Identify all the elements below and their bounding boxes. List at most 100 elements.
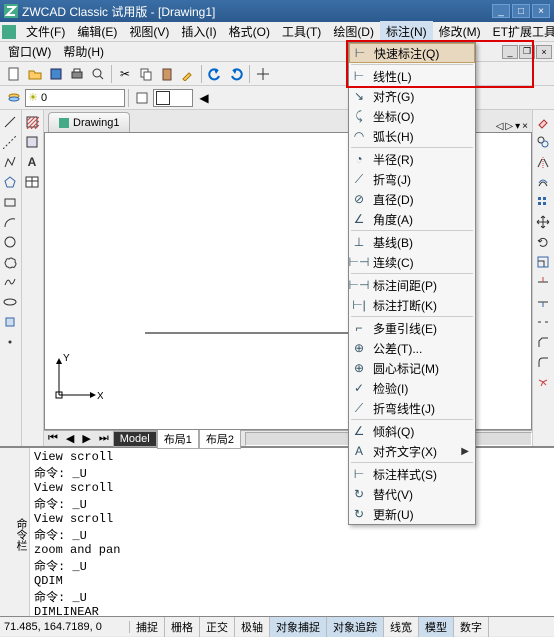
polyline-icon[interactable] (0, 152, 20, 172)
save-icon[interactable] (46, 64, 66, 84)
redo-icon[interactable] (226, 64, 246, 84)
mdi-close[interactable]: × (536, 45, 552, 59)
dim-menu-item-22[interactable]: ⟋折弯线性(J) (349, 398, 475, 418)
layout-prev-icon[interactable]: ◀ (62, 432, 78, 445)
block-icon[interactable] (0, 312, 20, 332)
matchprop-icon[interactable] (178, 64, 198, 84)
tab-prev-icon[interactable]: ◁ (496, 121, 504, 132)
dim-menu-item-27[interactable]: ⊢标注样式(S) (349, 464, 475, 484)
tab-dropdown-icon[interactable]: ▾ (515, 121, 520, 132)
construction-line-icon[interactable] (0, 132, 20, 152)
extend-icon[interactable] (533, 292, 553, 312)
menu-window[interactable]: 窗口(W) (2, 41, 57, 62)
array-icon[interactable] (533, 192, 553, 212)
print-icon[interactable] (67, 64, 87, 84)
status-polar[interactable]: 极轴 (235, 617, 270, 637)
status-snap[interactable]: 捕捉 (130, 617, 165, 637)
revcloud-icon[interactable] (0, 252, 20, 272)
layout-first-icon[interactable]: ⏮ (44, 432, 62, 445)
point-icon[interactable] (0, 332, 20, 352)
layer-states-icon[interactable] (132, 88, 152, 108)
layout-next-icon[interactable]: ▶ (78, 432, 94, 445)
dim-menu-item-0[interactable]: ⊢快速标注(Q) (349, 43, 475, 63)
cut-icon[interactable]: ✂ (115, 64, 135, 84)
dim-menu-item-25[interactable]: A对齐文字(X)▶ (349, 441, 475, 461)
paste-icon[interactable] (157, 64, 177, 84)
dim-menu-item-20[interactable]: ⊕圆心标记(M) (349, 358, 475, 378)
dim-menu-item-12[interactable]: ⊥基线(B) (349, 232, 475, 252)
maximize-button[interactable]: □ (512, 4, 530, 18)
menu-dimension[interactable]: 标注(N) (380, 21, 433, 42)
dim-menu-item-16[interactable]: ⊢|标注打断(K) (349, 295, 475, 315)
menu-et[interactable]: ET扩展工具(X) (487, 21, 554, 42)
explode-icon[interactable] (533, 372, 553, 392)
dim-menu-item-29[interactable]: ↻更新(U) (349, 504, 475, 524)
text-icon[interactable]: A (22, 152, 42, 172)
dim-menu-item-9[interactable]: ⊘直径(D) (349, 189, 475, 209)
menu-help[interactable]: 帮助(H) (57, 41, 110, 62)
status-dyn[interactable]: 数字 (454, 617, 489, 637)
status-osnap[interactable]: 对象捕捉 (270, 617, 327, 637)
copy-icon[interactable] (136, 64, 156, 84)
prev-layer-icon[interactable]: ◀ (194, 88, 214, 108)
menu-file[interactable]: 文件(F) (20, 21, 71, 42)
copy2-icon[interactable] (533, 132, 553, 152)
mdi-minimize[interactable]: _ (502, 45, 518, 59)
scale-icon[interactable] (533, 252, 553, 272)
status-model[interactable]: 模型 (419, 617, 454, 637)
trim-icon[interactable] (533, 272, 553, 292)
dim-menu-item-15[interactable]: ⊢⊣标注间距(P) (349, 275, 475, 295)
fillet-icon[interactable] (533, 352, 553, 372)
status-otrack[interactable]: 对象追踪 (327, 617, 384, 637)
status-lwt[interactable]: 线宽 (384, 617, 419, 637)
erase-icon[interactable] (533, 112, 553, 132)
undo-icon[interactable] (205, 64, 225, 84)
tab-next-icon[interactable]: ▷ (505, 121, 513, 132)
menu-modify[interactable]: 修改(M) (433, 21, 487, 42)
dim-menu-item-3[interactable]: ↘对齐(G) (349, 86, 475, 106)
color-combo[interactable] (153, 89, 193, 107)
status-ortho[interactable]: 正交 (200, 617, 235, 637)
break-icon[interactable] (533, 312, 553, 332)
open-icon[interactable] (25, 64, 45, 84)
close-button[interactable]: × (532, 4, 550, 18)
region-icon[interactable] (22, 132, 42, 152)
chamfer-icon[interactable] (533, 332, 553, 352)
table-icon2[interactable] (22, 172, 42, 192)
tab-close-icon[interactable]: × (522, 121, 528, 132)
offset-icon[interactable] (533, 172, 553, 192)
menu-tools[interactable]: 工具(T) (276, 21, 327, 42)
dim-menu-item-2[interactable]: ⊢线性(L) (349, 66, 475, 86)
dim-menu-item-7[interactable]: ◔半径(R) (349, 149, 475, 169)
ellipse-icon[interactable] (0, 292, 20, 312)
line-icon[interactable] (0, 112, 20, 132)
menu-view[interactable]: 视图(V) (123, 21, 175, 42)
menu-draw[interactable]: 绘图(D) (327, 21, 380, 42)
new-icon[interactable] (4, 64, 24, 84)
dim-menu-item-19[interactable]: ⊕公差(T)... (349, 338, 475, 358)
dim-menu-item-4[interactable]: ⤹坐标(O) (349, 106, 475, 126)
status-coords[interactable]: 71.485, 164.7189, 0 (0, 621, 130, 633)
dim-menu-item-28[interactable]: ↻替代(V) (349, 484, 475, 504)
move-icon[interactable] (533, 212, 553, 232)
dim-menu-item-18[interactable]: ⌐多重引线(E) (349, 318, 475, 338)
dim-menu-item-24[interactable]: ∠倾斜(Q) (349, 421, 475, 441)
polygon-icon[interactable] (0, 172, 20, 192)
minimize-button[interactable]: _ (492, 4, 510, 18)
spline-icon[interactable] (0, 272, 20, 292)
doc-tab-drawing1[interactable]: Drawing1 (48, 112, 130, 132)
menu-format[interactable]: 格式(O) (223, 21, 276, 42)
menu-edit[interactable]: 编辑(E) (71, 21, 123, 42)
dim-menu-item-13[interactable]: ⊢⊣连续(C) (349, 252, 475, 272)
tab-layout2[interactable]: 布局2 (199, 429, 241, 449)
layout-last-icon[interactable]: ⏭ (95, 432, 113, 445)
layer-manager-icon[interactable] (4, 88, 24, 108)
dim-menu-item-21[interactable]: ✓检验(I) (349, 378, 475, 398)
rectangle-icon[interactable] (0, 192, 20, 212)
tab-model[interactable]: Model (113, 431, 157, 447)
dim-menu-item-5[interactable]: ◠弧长(H) (349, 126, 475, 146)
preview-icon[interactable] (88, 64, 108, 84)
layer-combo[interactable]: ☀ 0 (25, 89, 125, 107)
mirror-icon[interactable] (533, 152, 553, 172)
status-grid[interactable]: 栅格 (165, 617, 200, 637)
